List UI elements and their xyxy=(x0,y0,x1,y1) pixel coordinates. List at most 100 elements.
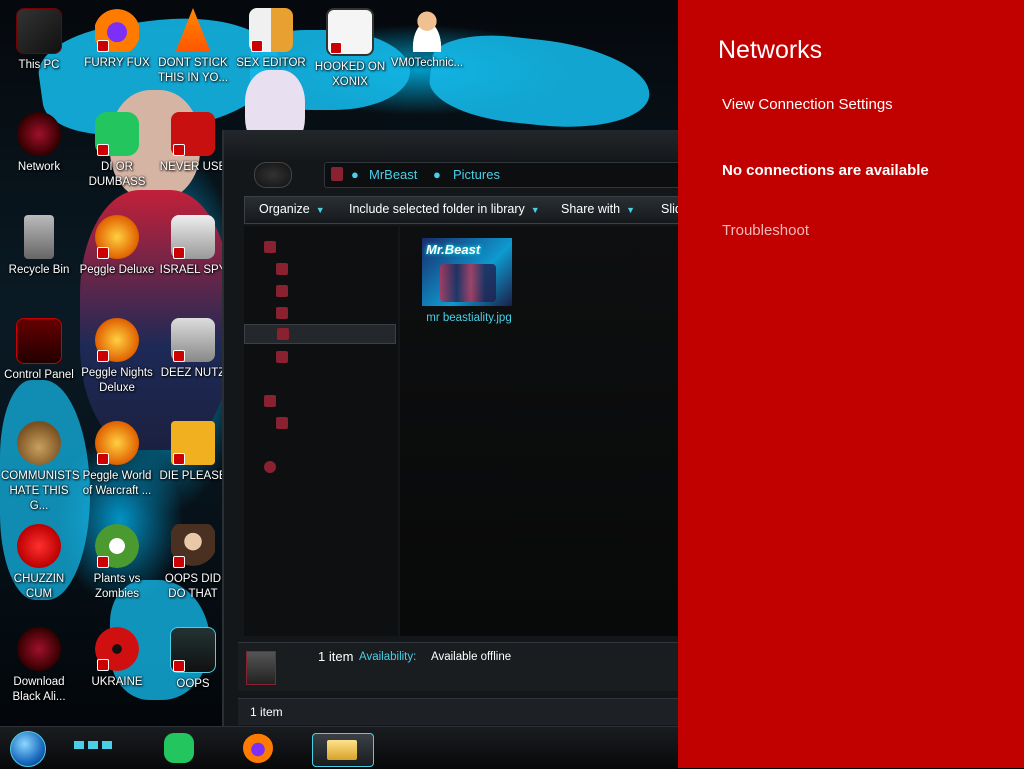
desktop-icon-peggle-deluxe[interactable]: Peggle Deluxe xyxy=(79,215,155,278)
back-button[interactable] xyxy=(254,162,292,188)
desktop-icon-furry-fux[interactable]: FURRY FUX xyxy=(79,8,155,71)
view-connection-settings-link[interactable]: View Connection Settings xyxy=(722,96,893,113)
nav-item[interactable] xyxy=(244,282,394,300)
doctor-icon xyxy=(405,8,449,52)
breadcrumb-mrbeast[interactable]: MrBeast xyxy=(369,167,417,182)
peggle-icon xyxy=(95,318,139,362)
desktop-icon-israel-spy[interactable]: ISRAEL SPY xyxy=(155,215,231,278)
flyout-title: Networks xyxy=(718,36,823,64)
nav-item[interactable] xyxy=(244,348,394,366)
availability-label: Availability: xyxy=(359,651,417,663)
nav-item[interactable] xyxy=(244,458,394,476)
navigation-pane xyxy=(244,226,398,636)
pictures-icon xyxy=(277,328,289,340)
desktop-icon-die-please[interactable]: DIE PLEASE xyxy=(155,421,231,484)
computer-icon xyxy=(16,8,62,54)
connection-status: No connections are available xyxy=(722,162,929,179)
share-with-button[interactable]: Share with ▼ xyxy=(561,202,635,216)
explorer-titlebar[interactable] xyxy=(224,130,680,160)
file-type-icon xyxy=(246,651,276,685)
firefox-icon xyxy=(95,8,139,52)
desktop-icon-this-pc[interactable]: This PC xyxy=(1,8,77,73)
favorites-icon xyxy=(264,241,276,253)
desktop-icon-never-use[interactable]: NEVER USE xyxy=(155,112,231,175)
desktop-icon-plants-vs-zombies[interactable]: Plants vs Zombies xyxy=(79,524,155,602)
desktop-icon-hooked-on-xonix[interactable]: HOOKED ON XONIX xyxy=(312,8,388,90)
firefox-taskbar-icon[interactable] xyxy=(243,733,273,763)
file-thumbnail-mr-beast[interactable]: Mr.Beast xyxy=(422,238,512,306)
folder-icon xyxy=(276,263,288,275)
desktop-icon-sex-editor[interactable]: SEX EDITOR xyxy=(233,8,309,71)
desktop-icon-recycle-bin[interactable]: Recycle Bin xyxy=(1,215,77,278)
radiation-icon xyxy=(95,627,139,671)
breadcrumb-pictures[interactable]: Pictures xyxy=(453,167,500,182)
nav-item[interactable] xyxy=(244,392,394,410)
globe-icon xyxy=(17,627,61,671)
status-text: 1 item xyxy=(250,705,283,719)
flower-icon xyxy=(95,524,139,568)
address-bar[interactable]: ● MrBeast ● Pictures xyxy=(324,162,682,188)
nav-item[interactable] xyxy=(244,304,394,322)
computer-icon xyxy=(264,395,276,407)
file-name[interactable]: mr beastiality.jpg xyxy=(404,312,534,324)
desktop-icon-deez-nutz[interactable]: DEEZ NUTZ xyxy=(155,318,231,381)
desktop-icon-dont-stick[interactable]: DONT STICK THIS IN YO... xyxy=(155,8,231,86)
desktop-icon-download-black[interactable]: Download Black Ali... xyxy=(1,627,77,705)
notes-taskbar-icon[interactable] xyxy=(164,733,194,763)
file-explorer-taskbar-icon[interactable] xyxy=(312,733,374,767)
thumbnail-logo: Mr.Beast xyxy=(426,242,481,257)
availability-value: Available offline xyxy=(431,651,512,663)
command-bar: Organize ▼ Include selected folder in lib… xyxy=(244,196,682,224)
desktop-icon-peggle-nights[interactable]: Peggle Nights Deluxe xyxy=(79,318,155,396)
include-in-library-button[interactable]: Include selected folder in library ▼ xyxy=(349,202,540,216)
nav-item[interactable] xyxy=(244,238,394,256)
chevron-down-icon: ▼ xyxy=(315,205,325,215)
desktop-icon-di-or-dumbass[interactable]: DI OR DUMBASS xyxy=(79,112,155,190)
windows-stack-icon xyxy=(171,318,215,362)
taskbar xyxy=(0,726,678,769)
desktop-icon-peggle-wow[interactable]: Peggle World of Warcraft ... xyxy=(79,421,155,499)
file-explorer-window: ● MrBeast ● Pictures Organize ▼ Include s… xyxy=(222,130,682,726)
chevron-down-icon: ▼ xyxy=(626,205,635,215)
desktop-icon-oops-did-do-that[interactable]: OOPS DID DO THAT xyxy=(155,524,231,602)
desktop-icon-communists[interactable]: COMMUNISTS HATE THIS G... xyxy=(1,421,80,514)
folder-icon xyxy=(276,285,288,297)
task-view-indicator xyxy=(74,741,114,749)
drive-icon xyxy=(276,417,288,429)
network-icon xyxy=(264,461,276,473)
start-button[interactable] xyxy=(10,731,46,767)
desktop-icon-oops[interactable]: OOPS xyxy=(155,627,231,692)
network-globe-icon xyxy=(17,112,61,156)
control-panel-icon xyxy=(16,318,62,364)
notes-app-icon xyxy=(95,112,139,156)
folder-icon xyxy=(331,167,343,181)
desktop-icon-network[interactable]: Network xyxy=(1,112,77,175)
folder-icon xyxy=(327,740,357,760)
details-pane: 1 item Availability: Available offline xyxy=(238,642,680,691)
xonix-game-icon xyxy=(326,8,374,56)
folder-icon xyxy=(276,307,288,319)
spy-app-icon xyxy=(171,215,215,259)
de-app-icon xyxy=(171,421,215,465)
desktop-icon-control-panel[interactable]: Control Panel xyxy=(1,318,77,383)
desktop-icon-chuzzin-cum[interactable]: CHUZZIN CUM xyxy=(1,524,77,602)
money-bag-icon xyxy=(17,421,61,465)
desktop-icon-vm0technic[interactable]: VM0Technic... xyxy=(389,8,465,71)
app-window-icon xyxy=(170,627,216,673)
troubleshoot-link[interactable]: Troubleshoot xyxy=(722,222,809,239)
chevron-down-icon: ▼ xyxy=(530,205,540,215)
item-count: 1 item xyxy=(318,649,354,664)
devcpp-icon xyxy=(171,112,215,156)
organize-button[interactable]: Organize ▼ xyxy=(259,202,325,216)
recycle-bin-icon xyxy=(24,215,54,259)
vlc-cone-icon xyxy=(175,8,211,52)
hxd-editor-icon xyxy=(249,8,293,52)
nav-item[interactable] xyxy=(244,260,394,278)
nav-item-selected[interactable] xyxy=(244,324,396,344)
video-icon xyxy=(276,351,288,363)
nav-item[interactable] xyxy=(244,414,394,432)
desktop-icon-ukraine[interactable]: UKRAINE xyxy=(79,627,155,690)
peggle-icon xyxy=(95,421,139,465)
file-list: Mr.Beast mr beastiality.jpg xyxy=(400,226,680,636)
networks-flyout: Networks View Connection Settings No con… xyxy=(678,0,1024,768)
